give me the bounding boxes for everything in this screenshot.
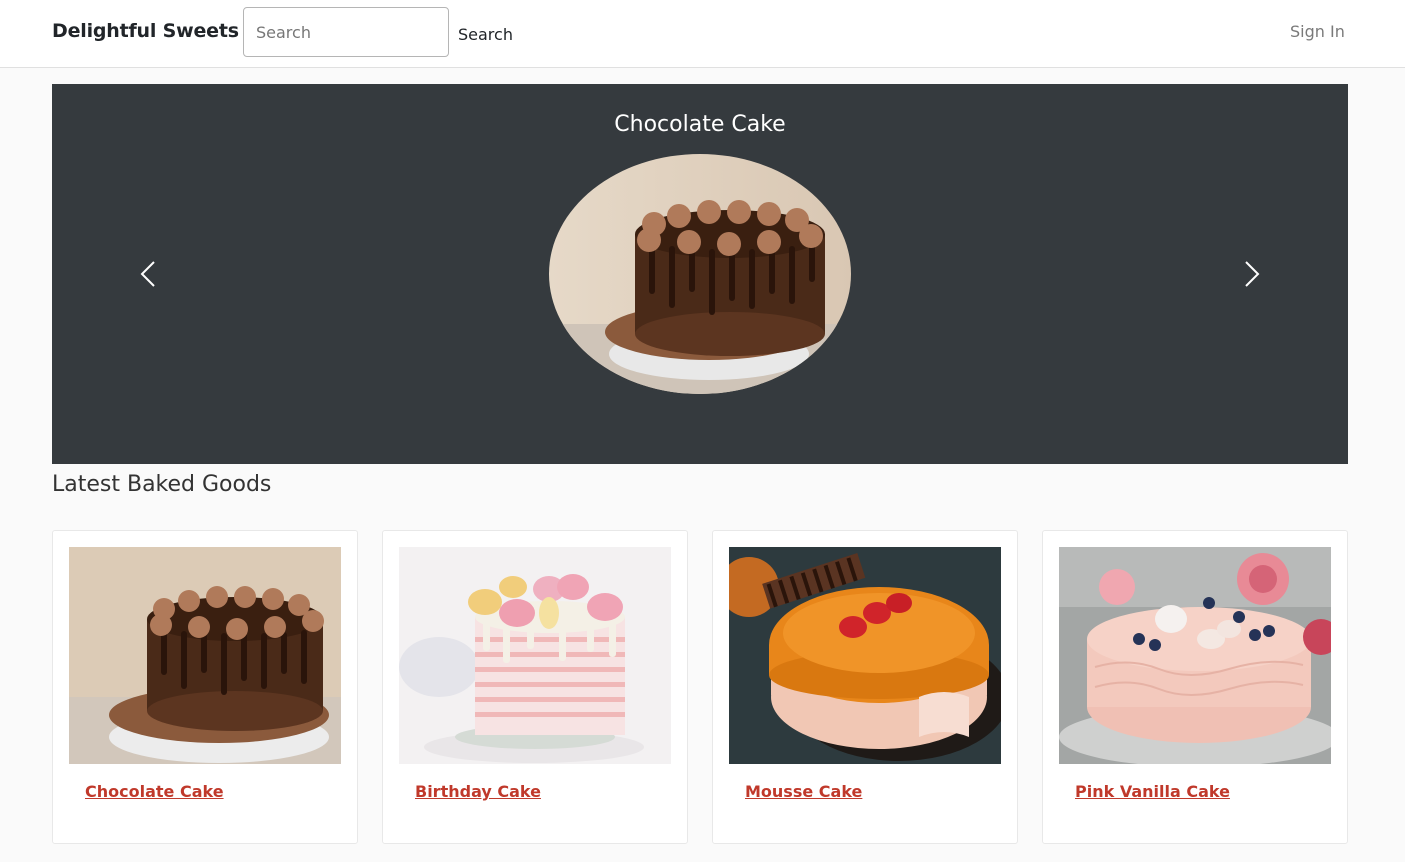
section-title: Latest Baked Goods — [52, 472, 272, 497]
product-image[interactable] — [1059, 547, 1331, 764]
product-card: Mousse Cake — [712, 530, 1018, 844]
hero-carousel: Chocolate Cake — [52, 84, 1348, 464]
product-card: Birthday Cake — [382, 530, 688, 844]
chevron-left-icon[interactable] — [132, 256, 168, 292]
product-image[interactable] — [69, 547, 341, 764]
product-card: Chocolate Cake — [52, 530, 358, 844]
product-link[interactable]: Mousse Cake — [745, 782, 862, 801]
product-link[interactable]: Birthday Cake — [415, 782, 541, 801]
search-input[interactable] — [243, 7, 449, 57]
product-card: Pink Vanilla Cake — [1042, 530, 1348, 844]
product-image[interactable] — [729, 547, 1001, 764]
brand-logo[interactable]: Delightful Sweets — [52, 20, 239, 42]
carousel-title: Chocolate Cake — [614, 112, 786, 137]
sign-in-link[interactable]: Sign In — [1290, 22, 1345, 41]
search-button[interactable]: Search — [458, 25, 513, 44]
product-image[interactable] — [399, 547, 671, 764]
chevron-right-icon[interactable] — [1232, 256, 1268, 292]
product-link[interactable]: Chocolate Cake — [85, 782, 224, 801]
top-navbar: Delightful Sweets Search Sign In — [0, 0, 1405, 68]
carousel-image — [549, 154, 851, 394]
product-link[interactable]: Pink Vanilla Cake — [1075, 782, 1230, 801]
